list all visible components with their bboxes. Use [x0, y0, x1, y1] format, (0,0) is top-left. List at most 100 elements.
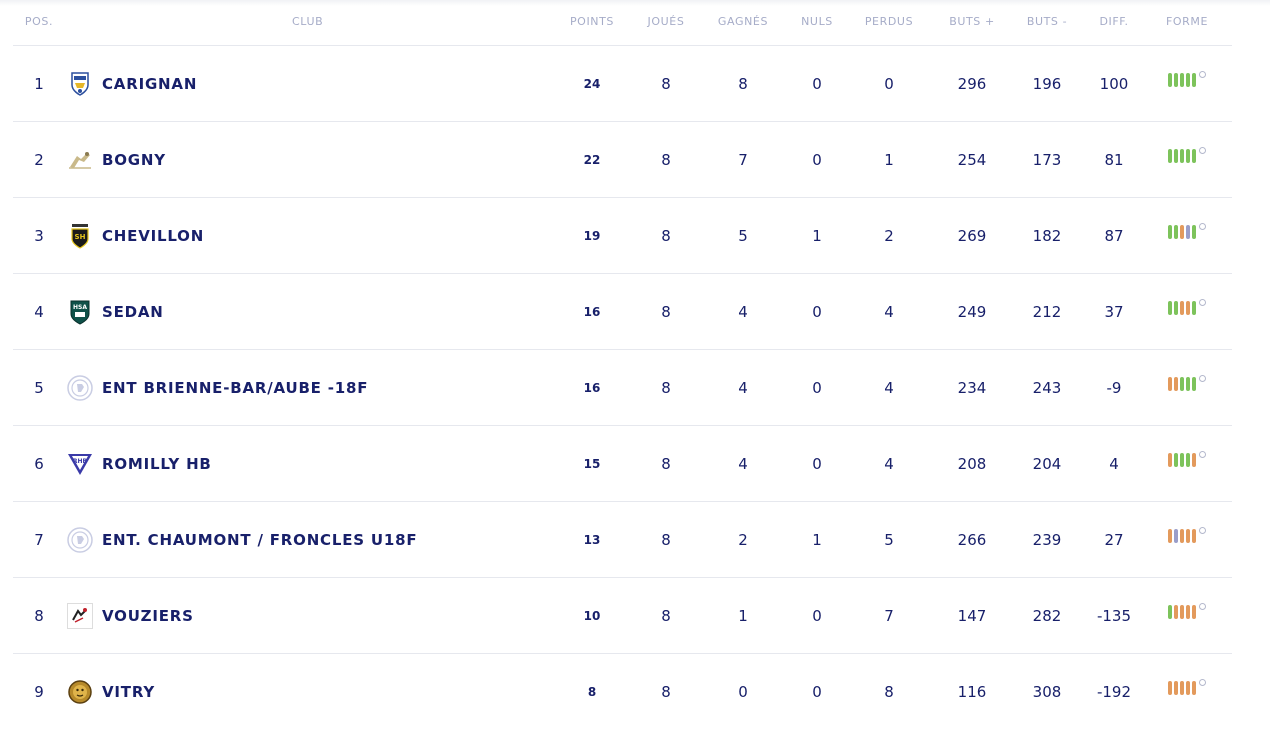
info-icon[interactable]	[1199, 375, 1206, 382]
info-icon[interactable]	[1199, 679, 1206, 686]
club-name[interactable]: ENT. CHAUMONT / FRONCLES U18F	[102, 531, 417, 549]
won: 4	[738, 454, 748, 473]
table-row[interactable]: 9 VITRY 8 8 0 0 8 116 308 -192	[13, 654, 1232, 729]
form-pill	[1168, 376, 1172, 391]
goals-against: 243	[1032, 378, 1062, 397]
vouziers-logo	[67, 602, 93, 629]
club-name[interactable]: VITRY	[102, 683, 155, 701]
form-indicator[interactable]	[1168, 147, 1206, 163]
header-club: CLUB	[292, 15, 324, 28]
info-icon[interactable]	[1199, 451, 1206, 458]
form-pill	[1186, 680, 1190, 695]
form-pill	[1186, 452, 1190, 467]
form-pill	[1186, 376, 1190, 391]
table-row[interactable]: 6 RHB ROMILLY HB 15 8 4 0 4 208 204 4	[13, 426, 1232, 502]
goals-against: 212	[1032, 302, 1062, 321]
club-cell[interactable]: VITRY	[65, 654, 550, 729]
form-pill	[1168, 604, 1172, 619]
form-pill	[1180, 148, 1184, 163]
form-indicator[interactable]	[1168, 223, 1206, 239]
romilly-logo: RHB	[67, 451, 93, 477]
form-pill	[1192, 376, 1196, 391]
form-pill	[1192, 452, 1196, 467]
club-cell[interactable]: ENT BRIENNE-BAR/AUBE -18F	[65, 350, 550, 425]
form-indicator[interactable]	[1168, 603, 1206, 619]
lost: 8	[884, 682, 894, 701]
form-pill	[1180, 680, 1184, 695]
svg-text:RHB: RHB	[73, 458, 88, 465]
table-row[interactable]: 2 BOGNY 22 8 7 0 1 254 173 81	[13, 122, 1232, 198]
form-cell	[1150, 122, 1224, 197]
chevillon-logo: SH	[67, 223, 93, 249]
form-pill	[1186, 72, 1190, 87]
info-icon[interactable]	[1199, 147, 1206, 154]
club-cell[interactable]: BOGNY	[65, 122, 550, 197]
form-cell	[1150, 502, 1224, 577]
club-cell[interactable]: SH CHEVILLON	[65, 198, 550, 273]
form-cell	[1150, 46, 1224, 121]
form-cell	[1150, 350, 1224, 425]
form-pill	[1180, 300, 1184, 315]
form-cell	[1150, 274, 1224, 349]
club-name[interactable]: CARIGNAN	[102, 75, 197, 93]
form-pill	[1168, 300, 1172, 315]
bogny-logo	[67, 147, 93, 173]
club-cell[interactable]: CARIGNAN	[65, 46, 550, 121]
goal-difference: 81	[1104, 150, 1124, 169]
club-cell[interactable]: ENT. CHAUMONT / FRONCLES U18F	[65, 502, 550, 577]
table-row[interactable]: 8 VOUZIERS 10 8 1 0 7 147 282 -135	[13, 578, 1232, 654]
table-row[interactable]: 4 HSA SEDAN 16 8 4 0 4 249 212 37	[13, 274, 1232, 350]
goals-for: 147	[957, 606, 987, 625]
won: 5	[738, 226, 748, 245]
played: 8	[661, 378, 671, 397]
drawn: 0	[812, 302, 822, 321]
club-name[interactable]: SEDAN	[102, 303, 164, 321]
carignan-logo	[67, 71, 93, 97]
form-cell	[1150, 654, 1224, 729]
club-name[interactable]: ROMILLY HB	[102, 455, 212, 473]
info-icon[interactable]	[1199, 71, 1206, 78]
info-icon[interactable]	[1199, 223, 1206, 230]
goals-for: 208	[957, 454, 987, 473]
form-pill	[1192, 72, 1196, 87]
club-name[interactable]: CHEVILLON	[102, 227, 204, 245]
club-cell[interactable]: HSA SEDAN	[65, 274, 550, 349]
club-cell[interactable]: VOUZIERS	[65, 578, 550, 653]
info-icon[interactable]	[1199, 603, 1206, 610]
drawn: 0	[812, 682, 822, 701]
drawn: 0	[812, 454, 822, 473]
club-name[interactable]: VOUZIERS	[102, 607, 194, 625]
played: 8	[661, 682, 671, 701]
goal-difference: -9	[1106, 378, 1122, 397]
table-row[interactable]: 5 ENT BRIENNE-BAR/AUBE -18F 16 8 4 0 4 234 243 -9	[13, 350, 1232, 426]
form-indicator[interactable]	[1168, 679, 1206, 695]
position: 7	[34, 530, 44, 549]
info-icon[interactable]	[1199, 527, 1206, 534]
drawn: 0	[812, 378, 822, 397]
table-header: POS. CLUB POINTS JOUÉS GAGNÉS NULS PERDU…	[13, 0, 1232, 46]
club-cell[interactable]: RHB ROMILLY HB	[65, 426, 550, 501]
form-indicator[interactable]	[1168, 451, 1206, 467]
goals-for: 249	[957, 302, 987, 321]
drawn: 0	[812, 74, 822, 93]
info-icon[interactable]	[1199, 299, 1206, 306]
club-name[interactable]: BOGNY	[102, 151, 166, 169]
goals-against: 239	[1032, 530, 1062, 549]
form-pill	[1186, 300, 1190, 315]
form-indicator[interactable]	[1168, 299, 1206, 315]
form-indicator[interactable]	[1168, 527, 1206, 543]
goal-difference: 87	[1104, 226, 1124, 245]
form-indicator[interactable]	[1168, 375, 1206, 391]
form-indicator[interactable]	[1168, 71, 1206, 87]
drawn: 0	[812, 150, 822, 169]
header-drawn: NULS	[801, 15, 833, 28]
club-name[interactable]: ENT BRIENNE-BAR/AUBE -18F	[102, 379, 368, 397]
table-row[interactable]: 3 SH CHEVILLON 19 8 5 1 2 269 182 87	[13, 198, 1232, 274]
form-pill	[1186, 224, 1190, 239]
form-pill	[1192, 148, 1196, 163]
goal-difference: 37	[1104, 302, 1124, 321]
form-cell	[1150, 198, 1224, 273]
table-row[interactable]: 1 CARIGNAN 24 8 8 0 0 296 196 100	[13, 46, 1232, 122]
table-row[interactable]: 7 ENT. CHAUMONT / FRONCLES U18F 13 8 2 1 5 266 2…	[13, 502, 1232, 578]
played: 8	[661, 606, 671, 625]
